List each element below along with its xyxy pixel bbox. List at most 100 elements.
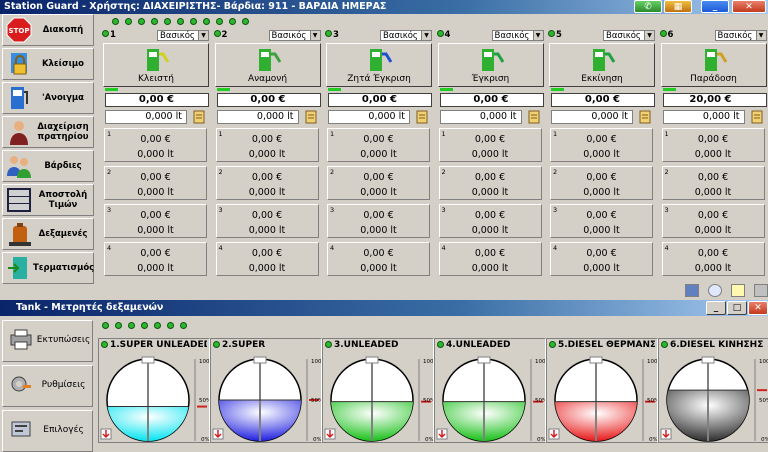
transaction-slot[interactable]: 30,00 €0,000 lt (327, 204, 430, 238)
transaction-slot[interactable]: 20,00 €0,000 lt (662, 166, 765, 200)
transaction-liters: 0,000 lt (440, 263, 541, 274)
pump-mode-select[interactable]: Βασικός (380, 30, 432, 41)
transaction-slot[interactable]: 40,00 €0,000 lt (662, 242, 765, 276)
sidebar-item-shifts[interactable]: Βάρδιες (2, 150, 94, 182)
transaction-slot[interactable]: 40,00 €0,000 lt (104, 242, 207, 276)
sidebar-item-open[interactable]: 'Ανοιγμα (2, 82, 94, 114)
tank-gauge[interactable]: 4.UNLEADED100%50%0% (434, 338, 546, 443)
sidebar-item-settings[interactable]: Ρυθμίσεις (2, 365, 93, 407)
transaction-amount: 0,00 € (551, 172, 652, 183)
tank-gauge[interactable]: 2.SUPER100%50%0% (210, 338, 322, 443)
pump-button[interactable]: Ζητά Έγκριση (326, 43, 432, 87)
transaction-slot[interactable]: 20,00 €0,000 lt (216, 166, 319, 200)
note-icon[interactable] (731, 284, 745, 297)
pump-liters: 0,000 lt (663, 110, 745, 124)
pump-mode-select[interactable]: Βασικός (157, 30, 209, 41)
keyboard-icon[interactable] (685, 284, 699, 297)
tank-level-chart: 100%50%0% (435, 351, 545, 443)
transaction-slot[interactable]: 30,00 €0,000 lt (216, 204, 319, 238)
transaction-amount: 0,00 € (105, 210, 206, 221)
tank-minimize-button[interactable]: _ (706, 301, 726, 315)
sidebar-item-prints[interactable]: Εκτυπώσεις (2, 320, 93, 362)
receipt-icon[interactable] (638, 110, 652, 124)
transaction-slot[interactable]: 10,00 €0,000 lt (104, 128, 207, 162)
tank-level-chart: 100%50%0% (547, 351, 657, 443)
sidebar-item-close[interactable]: Κλείσιμο (2, 48, 94, 80)
tank-gauge[interactable]: 6.DIESEL ΚΙΝΗΣΗΣ100%50%0% (658, 338, 768, 443)
sidebar-item-terminate[interactable]: Τερματισμός (2, 252, 94, 284)
pump-mode-select[interactable]: Βασικός (492, 30, 544, 41)
pump-button[interactable]: Αναμονή (215, 43, 321, 87)
sidebar-item-stop[interactable]: STOP Διακοπή (2, 14, 94, 46)
transaction-slot[interactable]: 20,00 €0,000 lt (550, 166, 653, 200)
transaction-slot[interactable]: 10,00 €0,000 lt (662, 128, 765, 162)
transaction-slot[interactable]: 10,00 €0,000 lt (216, 128, 319, 162)
pump-button[interactable]: Εκκίνηση (549, 43, 655, 87)
pump-button[interactable]: Έγκριση (438, 43, 544, 87)
pump-locked-icon (144, 46, 172, 74)
pump-start-icon (590, 46, 618, 74)
exit-door-icon (5, 254, 33, 282)
pump-status-dot (214, 30, 221, 37)
transaction-slot[interactable]: 10,00 €0,000 lt (327, 128, 430, 162)
layout-icon[interactable]: ▦ (664, 0, 692, 13)
pump-mode-select[interactable]: Βασικός (715, 30, 767, 41)
pump-column-3: 3ΒασικόςΖητά Έγκριση0,00 €0,000 lt10,00 … (323, 30, 434, 282)
pump-column-1: 1ΒασικόςΚλειστή0,00 €0,000 lt10,00 €0,00… (100, 30, 211, 282)
pump-status-dot (437, 30, 444, 37)
transaction-slot[interactable]: 20,00 €0,000 lt (104, 166, 207, 200)
close-button[interactable]: ✕ (732, 0, 766, 13)
transaction-amount: 0,00 € (328, 210, 429, 221)
receipt-icon[interactable] (192, 110, 206, 124)
phone-icon[interactable]: ✆ (634, 0, 662, 13)
transaction-slot[interactable]: 10,00 €0,000 lt (439, 128, 542, 162)
receipt-icon[interactable] (304, 110, 318, 124)
transaction-slot[interactable]: 20,00 €0,000 lt (439, 166, 542, 200)
sidebar-item-label: Αποστολή Τιμών (33, 190, 93, 210)
transaction-slot[interactable]: 30,00 €0,000 lt (104, 204, 207, 238)
sidebar-item-options[interactable]: Επιλογές (2, 410, 93, 452)
transaction-slot[interactable]: 40,00 €0,000 lt (550, 242, 653, 276)
tank-maximize-button[interactable]: □ (727, 301, 747, 315)
transaction-slot[interactable]: 30,00 €0,000 lt (662, 204, 765, 238)
receipt-icon[interactable] (527, 110, 541, 124)
transaction-liters: 0,000 lt (551, 225, 652, 236)
pump-status-dot (325, 30, 332, 37)
transaction-amount: 0,00 € (217, 248, 318, 259)
pump-header: 3Βασικός (325, 30, 432, 42)
info-icon[interactable] (708, 284, 722, 297)
transaction-slot[interactable]: 30,00 €0,000 lt (550, 204, 653, 238)
tank-gauge[interactable]: 3.UNLEADED100%50%0% (322, 338, 434, 443)
pump-mode-select[interactable]: Βασικός (269, 30, 321, 41)
scale-top: 100% (647, 359, 657, 365)
scale-bottom: 0% (313, 437, 321, 443)
sidebar-item-station-management[interactable]: Διαχείριση πρατηρίου (2, 116, 94, 148)
transaction-slot[interactable]: 20,00 €0,000 lt (327, 166, 430, 200)
scale-mid: 50% (423, 398, 433, 404)
svg-text:STOP: STOP (9, 27, 30, 35)
pump-mode-select[interactable]: Βασικός (603, 30, 655, 41)
minimize-button[interactable]: _ (701, 0, 729, 13)
receipt-icon[interactable] (750, 110, 764, 124)
pump-status-indicators (112, 18, 255, 26)
pump-button[interactable]: Κλειστή (103, 43, 209, 87)
page-icon[interactable] (754, 284, 768, 297)
tank-close-button[interactable]: ✕ (748, 301, 768, 315)
sidebar-item-send-prices[interactable]: Αποστολή Τιμών (2, 184, 94, 216)
pump-column-5: 5ΒασικόςΕκκίνηση0,00 €0,000 lt10,00 €0,0… (546, 30, 657, 282)
receipt-icon[interactable] (415, 110, 429, 124)
transaction-slot[interactable]: 40,00 €0,000 lt (327, 242, 430, 276)
transaction-liters: 0,000 lt (551, 187, 652, 198)
sidebar-item-tanks[interactable]: Δεξαμενές (2, 218, 94, 250)
printer-icon (9, 328, 33, 350)
pump-approved-icon (479, 46, 507, 74)
transaction-slot[interactable]: 30,00 €0,000 lt (439, 204, 542, 238)
transaction-liters: 0,000 lt (663, 263, 764, 274)
tank-gauge[interactable]: 5.DIESEL ΘΕΡΜΑΝΣΗΣ100%50%0% (546, 338, 658, 443)
tank-gauge[interactable]: 1.SUPER UNLEADED100%50%0% (98, 338, 210, 443)
transaction-slot[interactable]: 40,00 €0,000 lt (216, 242, 319, 276)
pump-button[interactable]: Παράδοση (661, 43, 767, 87)
padlock-closed-icon (5, 50, 33, 78)
transaction-slot[interactable]: 40,00 €0,000 lt (439, 242, 542, 276)
transaction-slot[interactable]: 10,00 €0,000 lt (550, 128, 653, 162)
